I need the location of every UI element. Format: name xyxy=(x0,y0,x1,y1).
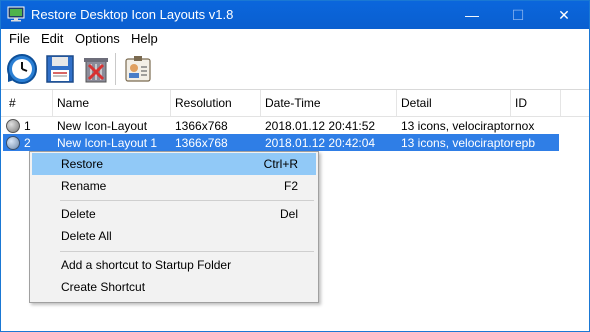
context-item-shortcut: Del xyxy=(279,207,298,221)
save-disk-icon[interactable] xyxy=(43,52,77,86)
toolbar xyxy=(1,49,589,90)
column-header-name[interactable]: Name xyxy=(53,90,171,116)
id-card-icon[interactable] xyxy=(121,52,155,86)
column-header-resolution[interactable]: Resolution xyxy=(171,90,261,116)
menu-options[interactable]: Options xyxy=(75,31,120,46)
context-item-label: Add a shortcut to Startup Folder xyxy=(61,258,232,272)
toolbar-separator xyxy=(115,53,116,85)
row-datetime: 2018.01.12 20:42:04 xyxy=(265,136,376,150)
row-detail: 13 icons, velociraptor xyxy=(401,119,515,133)
menu-file[interactable]: File xyxy=(9,31,30,46)
row-id: nox xyxy=(515,119,535,133)
row-detail: 13 icons, velociraptor xyxy=(401,136,515,150)
context-delete[interactable]: Delete Del xyxy=(32,203,316,225)
app-monitor-icon xyxy=(7,6,25,22)
layout-status-icon xyxy=(6,136,20,150)
delete-trash-icon[interactable] xyxy=(79,52,113,86)
minimize-button[interactable]: — xyxy=(449,1,495,29)
context-separator xyxy=(60,200,314,201)
restore-clock-icon[interactable] xyxy=(5,52,39,86)
layout-status-icon xyxy=(6,119,20,133)
table-row-selected[interactable]: 2 New Icon-Layout 1 1366x768 2018.01.12 … xyxy=(3,134,559,151)
context-separator xyxy=(60,251,314,252)
context-add-startup-shortcut[interactable]: Add a shortcut to Startup Folder xyxy=(32,254,316,276)
context-item-label: Create Shortcut xyxy=(61,280,146,294)
context-menu: Restore Ctrl+R Rename F2 Delete Del Dele… xyxy=(29,151,319,303)
context-delete-all[interactable]: Delete All xyxy=(32,225,316,247)
column-header-datetime[interactable]: Date-Time xyxy=(261,90,397,116)
menu-bar: File Edit Options Help xyxy=(1,29,589,49)
row-name: New Icon-Layout 1 xyxy=(57,136,158,150)
column-header-detail[interactable]: Detail xyxy=(397,90,511,116)
row-number: 1 xyxy=(24,119,31,133)
row-resolution: 1366x768 xyxy=(175,119,228,133)
context-item-shortcut: Ctrl+R xyxy=(263,157,298,171)
row-name: New Icon-Layout xyxy=(57,119,148,133)
row-number: 2 xyxy=(24,136,31,150)
row-id: epb xyxy=(515,136,536,150)
row-datetime: 2018.01.12 20:41:52 xyxy=(265,119,376,133)
row-resolution: 1366x768 xyxy=(175,136,228,150)
column-header-number[interactable]: # xyxy=(5,90,53,116)
context-item-label: Delete All xyxy=(61,229,112,243)
context-rename[interactable]: Rename F2 xyxy=(32,175,316,197)
table-row[interactable]: 1 New Icon-Layout 1366x768 2018.01.12 20… xyxy=(1,117,589,134)
context-item-label: Restore xyxy=(61,157,104,171)
window-title: Restore Desktop Icon Layouts v1.8 xyxy=(31,7,234,22)
menu-edit[interactable]: Edit xyxy=(41,31,63,46)
menu-help[interactable]: Help xyxy=(131,31,158,46)
context-item-shortcut: F2 xyxy=(283,179,298,193)
maximize-button[interactable]: ☐ xyxy=(495,1,541,29)
column-header-id[interactable]: ID xyxy=(511,90,561,116)
app-window: Restore Desktop Icon Layouts v1.8 — ☐ ✕ … xyxy=(0,0,590,332)
close-button[interactable]: ✕ xyxy=(541,1,587,29)
context-item-label: Delete xyxy=(61,207,96,221)
title-bar[interactable]: Restore Desktop Icon Layouts v1.8 — ☐ ✕ xyxy=(1,1,589,29)
list-header: # Name Resolution Date-Time Detail ID xyxy=(1,90,589,117)
context-item-label: Rename xyxy=(61,179,107,193)
context-create-shortcut[interactable]: Create Shortcut xyxy=(32,276,316,298)
context-restore[interactable]: Restore Ctrl+R xyxy=(32,153,316,175)
